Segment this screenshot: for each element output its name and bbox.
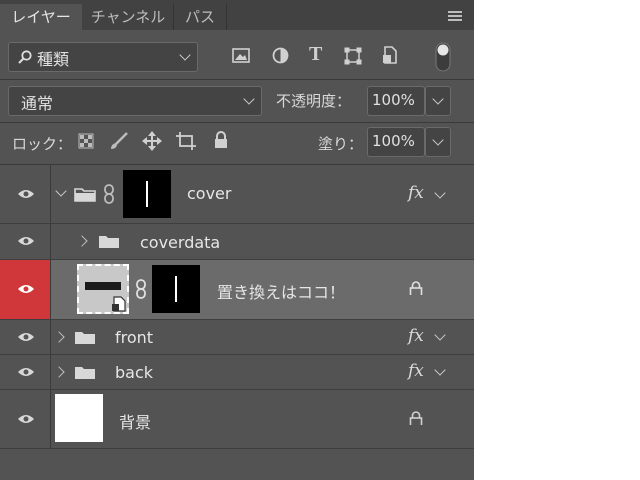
tab-channels[interactable]: チャンネル	[83, 4, 174, 30]
group-expand-chevron-icon[interactable]	[53, 331, 65, 343]
lock-label: ロック：	[12, 135, 73, 153]
layer-name: 置き換えはココ！	[217, 283, 346, 302]
group-expand-chevron-icon[interactable]	[53, 366, 65, 378]
smart-object-thumbnail[interactable]	[77, 264, 129, 314]
chevron-down-icon	[179, 49, 191, 61]
folder-icon	[75, 367, 95, 379]
layer-effects-fx-icon[interactable]: fx	[408, 361, 424, 381]
tab-paths[interactable]: パス	[174, 4, 227, 30]
adjustment-layer-filter-icon[interactable]	[272, 47, 289, 64]
layer-thumbnail[interactable]	[55, 394, 103, 442]
blend-mode-dropdown[interactable]: 通常	[8, 86, 262, 116]
lock-artboard-icon[interactable]	[176, 131, 196, 151]
visibility-toggle[interactable]	[0, 165, 51, 223]
lock-transparent-pixels-icon[interactable]	[78, 133, 94, 149]
eye-icon	[18, 333, 34, 341]
eye-icon	[18, 190, 34, 198]
smart-object-filter-icon[interactable]	[382, 46, 398, 64]
effects-expand-chevron-icon[interactable]	[434, 364, 446, 376]
folder-icon	[75, 332, 95, 344]
link-icon[interactable]	[134, 279, 148, 299]
layer-name: back	[115, 363, 154, 382]
chevron-down-icon	[243, 93, 255, 105]
visibility-toggle[interactable]	[0, 260, 51, 319]
group-expand-chevron-icon[interactable]	[76, 235, 88, 247]
smart-object-badge-icon	[112, 296, 126, 312]
filter-toggle-icon[interactable]	[435, 42, 451, 72]
layer-row-background[interactable]: 背景	[0, 390, 474, 448]
effects-expand-chevron-icon[interactable]	[434, 329, 446, 341]
layer-row-back[interactable]: back fx	[0, 355, 474, 389]
visibility-toggle[interactable]	[0, 320, 51, 354]
layer-mask-thumbnail[interactable]	[123, 170, 171, 218]
eye-icon	[18, 285, 34, 293]
fill-label: 塗り：	[318, 135, 364, 153]
opacity-input[interactable]: 100%	[367, 86, 425, 116]
layer-row-smart-object[interactable]: 置き換えはココ！	[0, 260, 474, 319]
fill-input[interactable]: 100%	[367, 127, 425, 157]
fill-value: 100%	[372, 132, 415, 150]
group-expand-chevron-icon[interactable]	[55, 185, 67, 197]
visibility-toggle[interactable]	[0, 355, 51, 389]
pixel-layer-filter-icon[interactable]	[232, 48, 250, 63]
opacity-value: 100%	[372, 91, 415, 109]
opacity-label: 不透明度：	[276, 92, 352, 110]
folder-icon	[99, 236, 119, 248]
chevron-down-icon	[432, 93, 444, 105]
lock-icon	[409, 281, 423, 295]
search-icon	[18, 50, 32, 64]
eye-icon	[18, 237, 34, 245]
eye-icon	[18, 368, 34, 376]
eye-icon	[18, 415, 34, 423]
panel-menu-icon[interactable]	[448, 11, 462, 21]
blend-mode-value: 通常	[21, 94, 54, 113]
filter-kind-dropdown[interactable]: 種類	[8, 42, 198, 72]
layer-row-front[interactable]: front fx	[0, 320, 474, 354]
filter-kind-label: 種類	[37, 50, 70, 69]
effects-expand-chevron-icon[interactable]	[434, 187, 446, 199]
link-icon[interactable]	[102, 184, 116, 204]
layers-panel: レイヤー チャンネル パス 種類 T 通常 不透明度： 100% ロック： 塗り…	[0, 0, 474, 480]
layer-name: 背景	[119, 413, 152, 432]
layer-row-coverdata[interactable]: coverdata	[0, 224, 474, 259]
lock-image-pixels-brush-icon[interactable]	[109, 131, 129, 151]
folder-icon	[74, 188, 96, 202]
visibility-toggle[interactable]	[0, 224, 51, 259]
lock-position-move-icon[interactable]	[142, 131, 162, 151]
shape-layer-filter-icon[interactable]	[344, 47, 362, 65]
chevron-down-icon	[432, 134, 444, 146]
opacity-dropdown-button[interactable]	[425, 86, 451, 116]
fill-dropdown-button[interactable]	[425, 127, 451, 157]
layer-effects-fx-icon[interactable]: fx	[408, 326, 424, 346]
layer-name: cover	[187, 184, 232, 203]
layer-effects-fx-icon[interactable]: fx	[408, 183, 424, 203]
type-layer-filter-icon[interactable]: T	[309, 43, 322, 66]
layer-mask-thumbnail[interactable]	[152, 265, 200, 313]
tab-layers[interactable]: レイヤー	[0, 4, 82, 30]
layer-name: front	[115, 328, 154, 347]
tab-bar: レイヤー チャンネル パス	[0, 0, 474, 30]
layer-name: coverdata	[140, 233, 221, 252]
lock-all-icon[interactable]	[213, 131, 229, 149]
lock-icon	[409, 411, 423, 425]
visibility-toggle[interactable]	[0, 390, 51, 448]
layer-row-cover[interactable]: cover fx	[0, 165, 474, 223]
